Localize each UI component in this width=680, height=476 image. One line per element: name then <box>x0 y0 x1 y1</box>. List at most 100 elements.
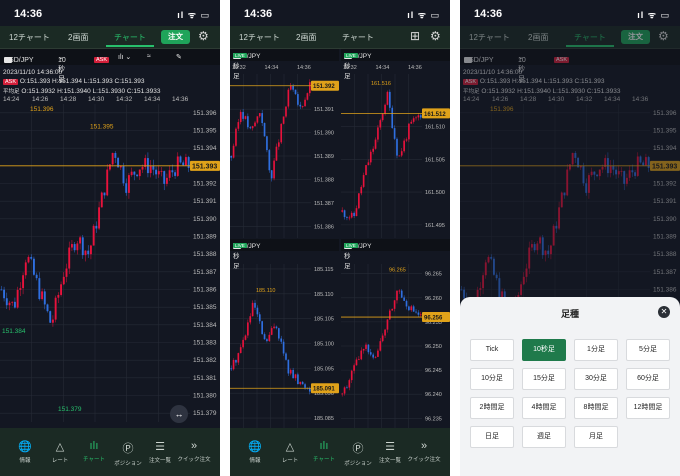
ask-select[interactable]: ASK ⌄ <box>94 53 110 63</box>
candle <box>362 175 365 187</box>
tab-12-charts[interactable]: 12チャート <box>239 32 280 43</box>
chart-audjpy[interactable]: 96.26596.26096.25596.25096.24596.24096.2… <box>341 252 450 428</box>
nav-position[interactable]: Ⓟ ポジション <box>111 440 145 467</box>
candle <box>566 169 569 196</box>
candle <box>157 171 160 175</box>
interval-select[interactable]: 10秒足 ⌄ <box>518 53 526 83</box>
interval-option[interactable]: Tick <box>470 339 514 361</box>
candle <box>163 171 166 184</box>
candle <box>179 156 182 163</box>
mini-head-usdjpy[interactable]: USD/JPY 10秒足 LIVE <box>230 49 339 80</box>
candle <box>360 350 363 360</box>
nav-chart[interactable]: ıǀı チャート <box>307 440 341 463</box>
nav-position[interactable]: Ⓟ ポジション <box>341 440 375 467</box>
nav-quick-order[interactable]: » クイック注文 <box>407 440 441 463</box>
pair-select[interactable]: USD/JPY ⌄ <box>4 53 34 64</box>
interval-option[interactable]: 5分足 <box>626 339 670 361</box>
y-tick-label: 151.387 <box>653 269 677 276</box>
candle <box>235 128 237 146</box>
tab-12-charts[interactable]: 12チャート <box>9 32 50 43</box>
interval-option[interactable]: 10秒足 <box>522 339 566 361</box>
nav-quick-order[interactable]: » クイック注文 <box>177 440 211 463</box>
candle <box>249 127 252 129</box>
gear-icon[interactable]: ⚙ <box>658 29 669 43</box>
price-annotation: 151.396 <box>30 106 54 113</box>
ask-select[interactable]: ASK ⌄ <box>554 53 570 63</box>
y-tick-label: 185.095 <box>314 366 334 372</box>
candle <box>571 152 574 165</box>
tab-12-charts[interactable]: 12チャート <box>469 32 510 43</box>
interval-option[interactable]: 日足 <box>470 426 514 448</box>
nav-rate[interactable]: △ レート <box>43 440 77 464</box>
interval-select[interactable]: 10秒足 ⌄ <box>58 53 66 83</box>
candle <box>289 369 292 374</box>
interval-option[interactable]: 8時間足 <box>574 397 618 419</box>
order-button[interactable]: 注文 <box>161 30 190 44</box>
indicator-icon[interactable]: ≈ <box>147 53 151 60</box>
candle <box>490 257 493 259</box>
nav-info[interactable]: 🌐 情報 <box>238 440 272 464</box>
draw-tool-icon[interactable]: ✎ <box>176 53 182 61</box>
candle <box>341 210 344 212</box>
grid-icon[interactable]: ⊞ <box>410 29 420 43</box>
mini-head-gbpjpy[interactable]: GBP/JPY 10秒足 LIVE <box>230 239 339 270</box>
candle-type-icon[interactable]: ılı ⌄ <box>118 53 131 61</box>
interval-option[interactable]: 月足 <box>574 426 618 448</box>
main-chart[interactable]: 151.396 151.395 151.394 151.393 151.392 151.3… <box>0 104 220 428</box>
tab-chart[interactable]: チャート <box>342 32 374 43</box>
candle <box>289 85 292 90</box>
mini-head-eurjpy[interactable]: EUR/JPY 10秒足 LIVE <box>341 49 450 80</box>
candle <box>87 250 90 255</box>
candle <box>287 89 290 107</box>
interval-option[interactable]: 週足 <box>522 426 566 448</box>
expand-icon[interactable]: ↔ <box>170 405 188 423</box>
tab-chart[interactable]: チャート <box>106 32 154 47</box>
candle <box>256 116 259 123</box>
status-icons: ıl ᯤ ▭ <box>177 10 210 20</box>
interval-option[interactable]: 60分足 <box>626 368 670 390</box>
candle <box>273 326 275 329</box>
mini-head-audjpy[interactable]: AUD/JPY 10秒足 LIVE <box>341 239 450 270</box>
candle <box>628 170 631 178</box>
tab-chart[interactable]: チャート <box>566 32 614 47</box>
nav-order-list[interactable]: ☰ 注文一覧 <box>143 440 177 464</box>
candle <box>492 258 495 275</box>
interval-option[interactable]: 15分足 <box>522 368 566 390</box>
tab-2-screens[interactable]: 2画面 <box>68 32 88 43</box>
candle <box>596 174 599 177</box>
candle <box>647 157 650 168</box>
interval-option[interactable]: 30分足 <box>574 368 618 390</box>
candle <box>294 89 297 95</box>
gear-icon[interactable]: ⚙ <box>198 29 209 43</box>
candle <box>111 152 114 165</box>
candle <box>479 288 482 290</box>
current-price-label: 151.393 <box>652 163 677 170</box>
interval-option[interactable]: 2時間足 <box>470 397 514 419</box>
pair-select[interactable]: USD/JPY ⌄ <box>464 53 494 64</box>
interval-option[interactable]: 12時間足 <box>626 397 670 419</box>
gear-icon[interactable]: ⚙ <box>430 29 441 43</box>
candle <box>165 177 168 184</box>
tab-2-screens[interactable]: 2画面 <box>296 32 316 43</box>
interval-option[interactable]: 1分足 <box>574 339 618 361</box>
chart-eurjpy[interactable]: 161.510 161.505 161.500 161.495 161.512 161.5… <box>341 62 450 238</box>
candle <box>92 225 95 246</box>
tab-2-screens[interactable]: 2画面 <box>528 32 548 43</box>
nav-chart[interactable]: ıǀı チャート <box>77 440 111 463</box>
candle <box>122 165 125 184</box>
nav-order-list[interactable]: ☰ 注文一覧 <box>373 440 407 464</box>
interval-option[interactable]: 10分足 <box>470 368 514 390</box>
interval-option[interactable]: 4時間足 <box>522 397 566 419</box>
nav-info[interactable]: 🌐 情報 <box>8 440 42 464</box>
candle <box>377 127 379 140</box>
order-button[interactable]: 注文 <box>621 30 650 44</box>
chart-gbpjpy[interactable]: 185.115 185.110 185.105 185.100 185.095 185.0… <box>230 252 339 428</box>
close-icon[interactable]: ✕ <box>658 306 670 318</box>
chart-usdjpy[interactable]: 151.392 151.391 151.390 151.389 151.388 151.3… <box>230 62 339 238</box>
price-annotation: 151.395 <box>90 124 114 131</box>
nav-rate[interactable]: △ レート <box>273 440 307 464</box>
chart-icon: ıǀı <box>89 440 99 452</box>
candle <box>405 139 408 141</box>
candle <box>230 368 233 370</box>
candle <box>230 156 233 158</box>
